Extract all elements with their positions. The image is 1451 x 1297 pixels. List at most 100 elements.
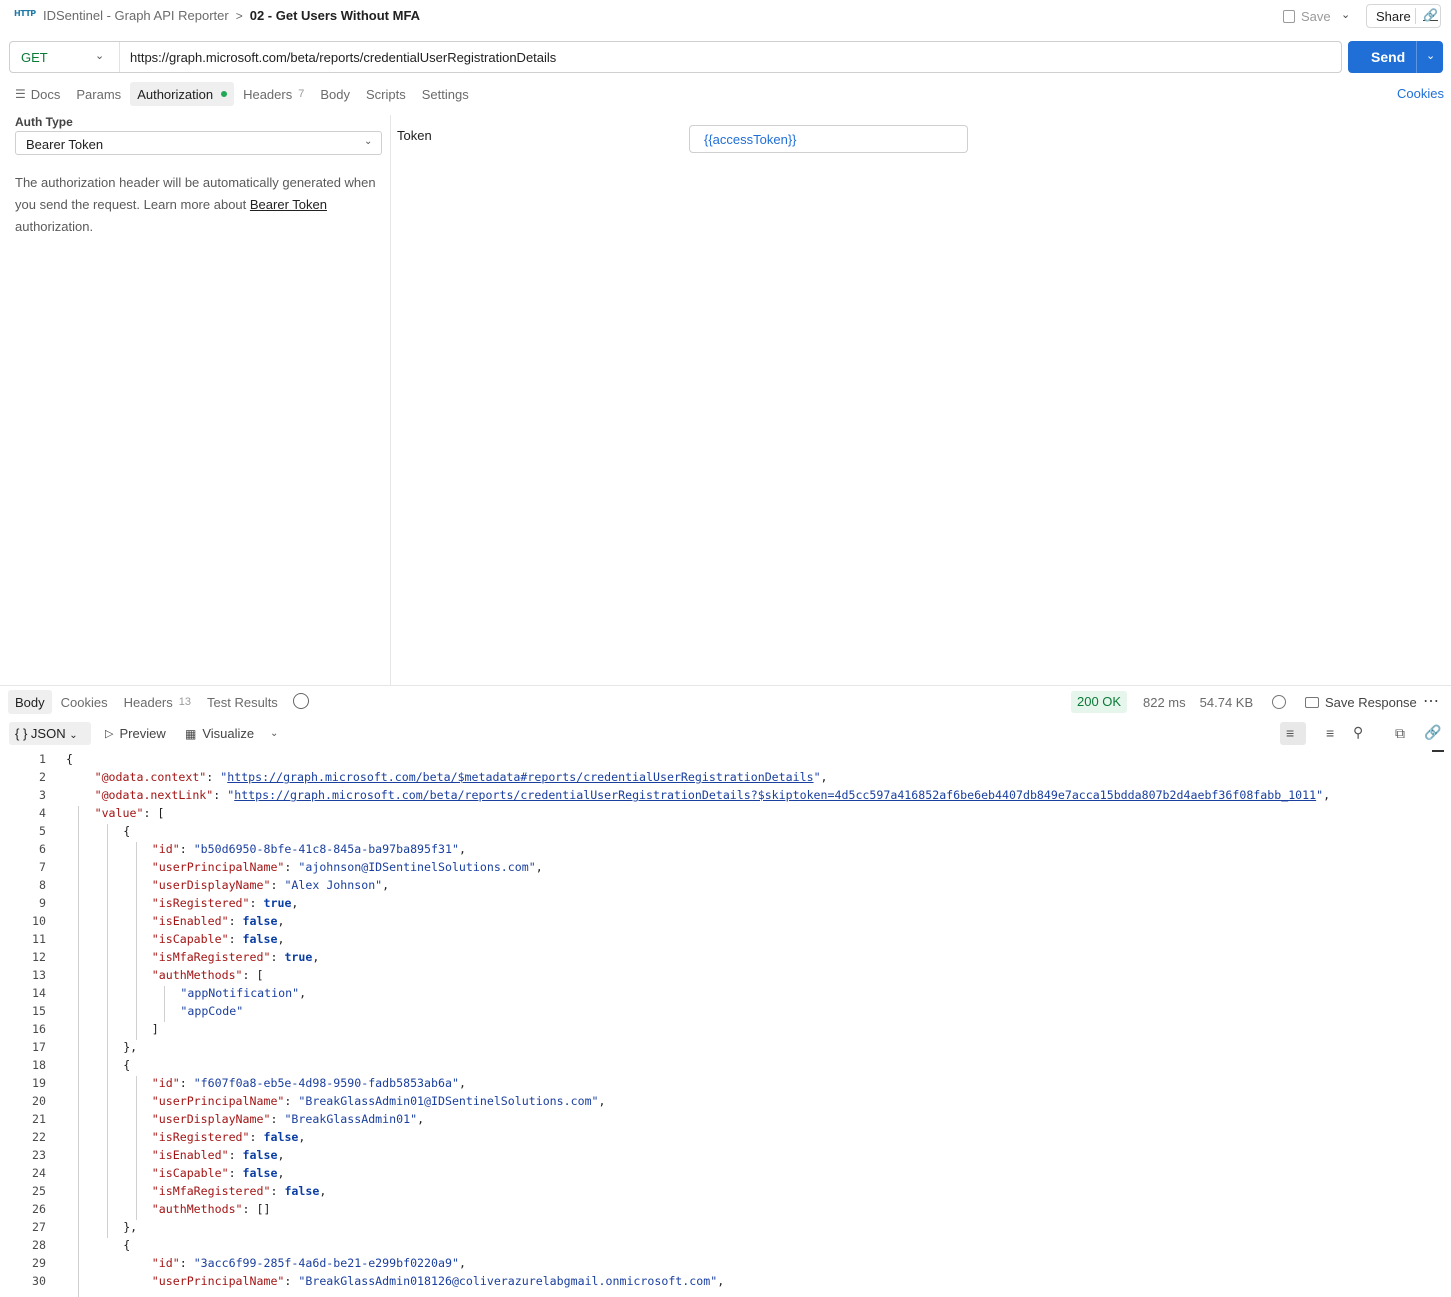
line-number: 17 xyxy=(32,1040,46,1054)
code-line: "userPrincipalName": "BreakGlassAdmin01@… xyxy=(152,1094,606,1108)
search-icon[interactable]: ⚲ xyxy=(1353,724,1363,741)
save-response-icon xyxy=(1305,697,1319,708)
code-line: "id": "3acc6f99-285f-4a6d-be21-e299bf022… xyxy=(152,1256,466,1270)
json-token: "userPrincipalName" xyxy=(151,1094,285,1108)
url-input[interactable]: https://graph.microsoft.com/beta/reports… xyxy=(130,50,556,65)
json-token: : xyxy=(249,1130,264,1144)
headers-count: 7 xyxy=(298,88,305,100)
copy-icon[interactable]: ⧉ xyxy=(1395,725,1405,742)
json-token: , xyxy=(820,770,828,784)
cookies-link[interactable]: Cookies xyxy=(1397,86,1444,101)
visualize-button[interactable]: ▦ Visualize xyxy=(185,726,254,741)
copy-link-icon[interactable]: 🔗 xyxy=(1423,8,1438,22)
tab-params[interactable]: Params xyxy=(69,82,128,106)
json-token: , xyxy=(458,1076,466,1090)
share-button[interactable]: Share 🔗 xyxy=(1366,4,1441,28)
tab-body[interactable]: Body xyxy=(313,82,357,106)
save-icon xyxy=(1283,9,1295,23)
save-response-button[interactable]: Save Response xyxy=(1305,695,1417,710)
request-name[interactable]: 02 - Get Users Without MFA xyxy=(250,8,420,23)
breadcrumb-collection[interactable]: IDSentinel - Graph API Reporter xyxy=(43,8,229,23)
json-token: false xyxy=(242,1166,278,1180)
response-size[interactable]: 54.74 KB xyxy=(1200,695,1254,710)
json-token: "isEnabled" xyxy=(151,914,229,928)
code-line: "@odata.context": "https://graph.microso… xyxy=(95,770,828,784)
send-button[interactable]: Send ⌄ xyxy=(1348,41,1443,73)
tab-settings[interactable]: Settings xyxy=(415,82,476,106)
tab-authorization[interactable]: Authorization xyxy=(130,82,235,106)
save-button[interactable]: Save xyxy=(1283,6,1331,26)
json-token: "isCapable" xyxy=(151,1166,229,1180)
json-link[interactable]: https://graph.microsoft.com/beta/$metada… xyxy=(227,770,813,784)
line-number: 23 xyxy=(32,1148,46,1162)
line-number: 14 xyxy=(32,986,46,1000)
tab-test-results[interactable]: Test Results xyxy=(200,690,285,714)
response-body-editor[interactable]: 1{2 "@odata.context": "https://graph.micr… xyxy=(0,750,1430,1297)
tab-response-body[interactable]: Body xyxy=(8,690,52,714)
json-token: , xyxy=(458,842,466,856)
json-token: , xyxy=(277,1148,285,1162)
preview-button[interactable]: ▷ Preview xyxy=(105,726,166,741)
code-line: "id": "b50d6950-8bfe-41c8-845a-ba97ba895… xyxy=(152,842,466,856)
auth-type-select[interactable]: Bearer Token ⌄ xyxy=(15,131,382,155)
json-token: { xyxy=(123,1058,131,1072)
panel-divider[interactable] xyxy=(390,115,391,685)
json-token: }, xyxy=(123,1040,138,1054)
status-badge[interactable]: 200 OK xyxy=(1071,691,1128,713)
method-select[interactable]: GET ⌄ xyxy=(10,42,120,72)
more-options-icon[interactable]: ⋯ xyxy=(1423,691,1440,711)
json-token: ] xyxy=(151,1022,159,1036)
history-icon[interactable] xyxy=(293,693,309,709)
json-link[interactable]: https://graph.microsoft.com/beta/reports… xyxy=(234,788,1316,802)
token-input[interactable]: {{accessToken}} xyxy=(689,125,968,153)
json-token: , xyxy=(312,950,320,964)
tab-label: Docs xyxy=(30,86,61,102)
scrollbar-thumb[interactable] xyxy=(1432,750,1444,752)
http-request-icon: HTTP xyxy=(14,9,36,18)
json-token: }, xyxy=(123,1220,138,1234)
token-value: {{accessToken}} xyxy=(704,132,797,147)
json-token: false xyxy=(263,1130,299,1144)
code-line: "userDisplayName": "Alex Johnson", xyxy=(152,878,389,892)
response-divider[interactable] xyxy=(0,685,1451,686)
line-number: 9 xyxy=(39,896,46,910)
word-wrap-button[interactable]: ≡ xyxy=(1280,722,1306,745)
json-token: "f607f0a8-eb5e-4d98-9590-fadb5853ab6a" xyxy=(193,1076,459,1090)
indent-guide xyxy=(135,842,137,1040)
tab-response-headers[interactable]: Headers 13 xyxy=(117,690,198,714)
send-options-chevron-icon[interactable]: ⌄ xyxy=(1426,49,1435,62)
tab-docs[interactable]: ☰ Docs xyxy=(8,82,67,106)
line-number: 28 xyxy=(32,1238,46,1252)
visualize-chevron-icon[interactable]: ⌄ xyxy=(270,728,278,739)
code-line: "appCode" xyxy=(180,1004,243,1018)
code-line: "isEnabled": false, xyxy=(152,1148,285,1162)
json-token: , xyxy=(382,878,390,892)
json-token: , xyxy=(319,1184,327,1198)
tab-response-cookies[interactable]: Cookies xyxy=(54,690,115,714)
url-bar: GET ⌄ https://graph.microsoft.com/beta/r… xyxy=(9,41,1342,73)
line-number: 30 xyxy=(32,1274,46,1288)
tab-scripts[interactable]: Scripts xyxy=(359,82,413,106)
response-time[interactable]: 822 ms xyxy=(1143,695,1186,710)
line-number: 15 xyxy=(32,1004,46,1018)
json-token: "BreakGlassAdmin018126@coliverazurelabgm… xyxy=(298,1274,718,1288)
json-token: false xyxy=(242,914,278,928)
link-icon[interactable]: 🔗 xyxy=(1424,724,1441,741)
network-globe-icon[interactable] xyxy=(1272,695,1286,709)
line-number: 4 xyxy=(39,806,46,820)
json-token: "appCode" xyxy=(180,1004,244,1018)
save-label: Save xyxy=(1301,8,1331,24)
save-options-chevron-icon[interactable]: ⌄ xyxy=(1341,8,1350,21)
tab-headers[interactable]: Headers 7 xyxy=(236,82,311,106)
line-number: 22 xyxy=(32,1130,46,1144)
json-token: { xyxy=(66,752,73,766)
bearer-token-link[interactable]: Bearer Token xyxy=(250,197,327,212)
response-format-select[interactable]: { } JSON ⌄ xyxy=(9,722,91,745)
line-number: 13 xyxy=(32,968,46,982)
tab-label: Scripts xyxy=(365,86,406,102)
tab-label: Headers xyxy=(243,86,293,102)
docs-icon: ☰ xyxy=(15,87,26,101)
breadcrumb: IDSentinel - Graph API Reporter > 02 - G… xyxy=(43,8,420,23)
filter-icon[interactable]: ≡ xyxy=(1326,725,1334,741)
tab-label: Settings xyxy=(421,86,469,102)
